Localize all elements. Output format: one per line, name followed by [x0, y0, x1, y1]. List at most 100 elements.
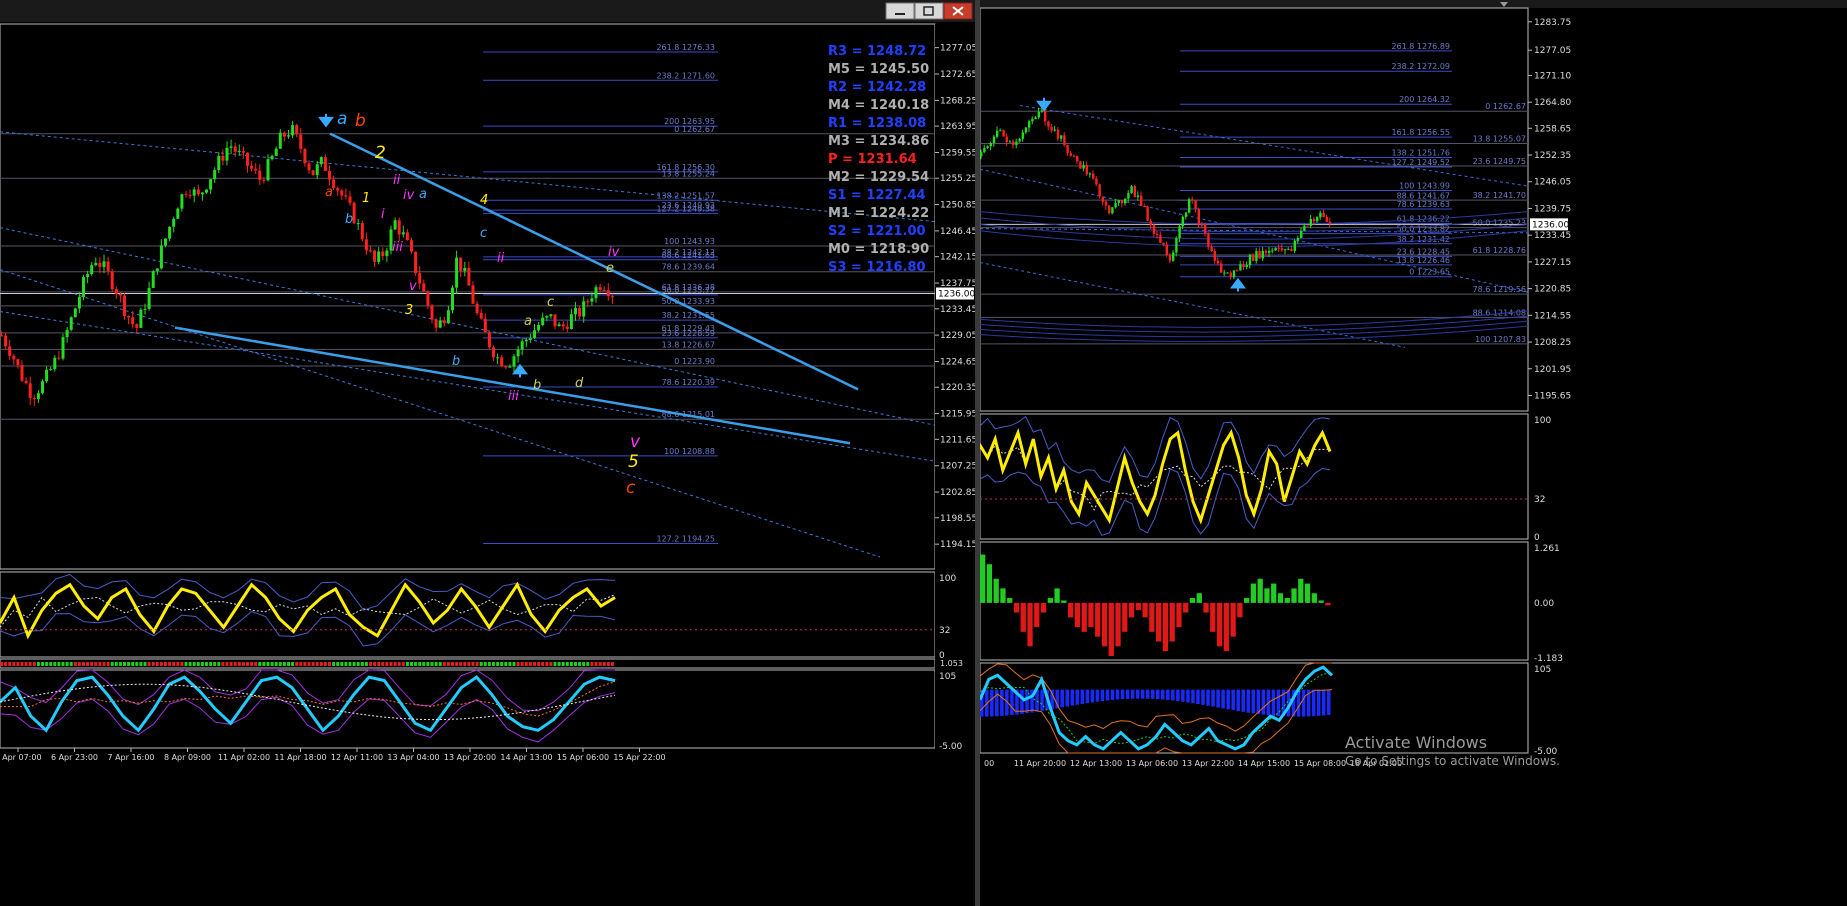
hist-bar [1196, 593, 1202, 603]
candle-body [192, 189, 196, 196]
candle-body [1133, 186, 1136, 198]
candle-body [36, 393, 40, 399]
osc2-bar [1000, 689, 1004, 716]
hist-bar [1257, 578, 1263, 603]
hist-bar [1088, 602, 1094, 628]
strip-bar [241, 662, 245, 666]
candle-body [1319, 212, 1322, 218]
x-tick-label: 13 Apr 06:00 [1126, 759, 1178, 768]
strip-bar [164, 662, 167, 666]
pivot-level: P = 1231.64 [828, 152, 917, 167]
osc2-bar [1251, 689, 1256, 714]
candle-body [1021, 132, 1024, 139]
candle-body [16, 359, 20, 366]
candle-body [524, 339, 528, 342]
x-tick-label: 14 Apr 15:00 [1238, 759, 1290, 768]
candle-body [405, 232, 409, 241]
y-tick-label: 1215.95 [940, 410, 975, 420]
hist-bar [1027, 602, 1033, 647]
strip-bar [291, 662, 295, 666]
strip-bar [229, 662, 233, 666]
candle-body [151, 271, 155, 288]
osc-tick-label: 32 [939, 626, 950, 636]
candle-body [1236, 270, 1239, 272]
y-tick-label: 1277.05 [940, 44, 975, 54]
strip-bar [381, 662, 385, 666]
wave-label: iv [403, 188, 415, 203]
osc-tick-label: -5.00 [939, 742, 963, 752]
candle-body [545, 316, 549, 318]
hist-bar [1176, 602, 1182, 628]
fib-label: 88.6 1241.63 [662, 251, 715, 260]
osc2-bar [1171, 689, 1175, 701]
strip-bar [180, 662, 184, 666]
wave-label: c [626, 478, 636, 498]
strip-bar [233, 662, 237, 666]
candle-body [455, 257, 459, 288]
osc2-bar [1316, 689, 1321, 716]
strip-bar [135, 662, 139, 666]
y-tick-label: 1220.35 [940, 383, 975, 393]
strip-bar [16, 662, 20, 666]
strip-bar [516, 662, 520, 666]
strip-bar [295, 662, 299, 666]
strip-bar [118, 662, 122, 666]
candle-body [1312, 219, 1316, 222]
fib-label: 238.2 1271.60 [656, 71, 715, 80]
x-tick-label: 00 [984, 759, 994, 768]
candle-body [1316, 217, 1319, 222]
candle-body [32, 397, 36, 399]
candle-body [1040, 110, 1044, 112]
candle-body [200, 192, 204, 195]
osc2-bar [1301, 689, 1306, 717]
candle-body [1120, 200, 1124, 204]
hist-bar [1183, 602, 1189, 613]
strip-bar [127, 662, 131, 666]
candle-body [24, 380, 28, 384]
y-tick-label: 1233.45 [1534, 231, 1571, 241]
candle-body [1063, 135, 1066, 146]
hist-bar [1291, 588, 1297, 603]
wave-label: b [355, 111, 366, 131]
pivot-level: M3 = 1234.86 [828, 134, 929, 149]
osc2-bar [1236, 689, 1240, 712]
y-tick-label: 1263.95 [940, 122, 975, 132]
strip-bar [192, 662, 196, 666]
candle-body [20, 365, 24, 381]
wave-label: 3 [405, 303, 413, 318]
osc2-bar [1100, 689, 1105, 701]
candle-body [1156, 233, 1159, 235]
candle-body [274, 148, 278, 156]
candle-body [1181, 216, 1184, 227]
candle-body [1162, 242, 1165, 245]
strip-bar [200, 662, 204, 666]
osc2-bar [1311, 689, 1316, 717]
candle-body [1223, 272, 1226, 274]
wave-label: a [325, 185, 333, 200]
hist-tick-label: 0.00 [1534, 599, 1554, 609]
strip-bar [377, 662, 381, 666]
candle-body [1184, 212, 1188, 217]
candle-body [475, 303, 479, 314]
osc2-bar [1145, 689, 1150, 699]
osc2-bar [1226, 689, 1230, 710]
strip-bar [274, 662, 278, 666]
candle-body [258, 170, 262, 180]
candle-body [356, 223, 360, 225]
osc2-bar [1211, 689, 1215, 707]
candle-body [606, 290, 610, 297]
wave-label: 4 [480, 193, 488, 208]
candle-body [533, 330, 536, 339]
candle-body [381, 251, 385, 257]
candle-body [594, 287, 598, 299]
osc2-bar [1065, 689, 1069, 707]
hist-bar [1277, 593, 1284, 603]
candle-body [147, 287, 151, 309]
hist-bar [1318, 600, 1324, 603]
candle-body [319, 157, 323, 165]
candle-body [1031, 119, 1034, 122]
candle-body [1280, 248, 1284, 251]
minimize-button[interactable] [885, 2, 915, 20]
restore-button[interactable] [914, 2, 944, 20]
strip-bar [578, 662, 582, 666]
